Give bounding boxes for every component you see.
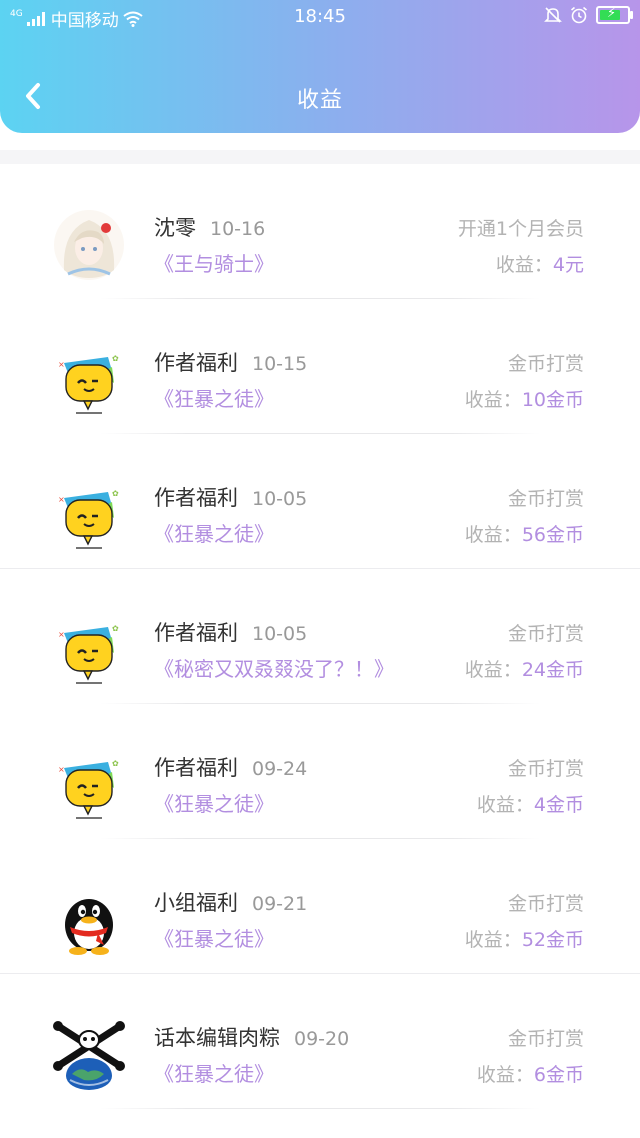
earning-amount: 收益：4金币 [477,790,584,817]
earning-item[interactable]: 沈零 10-16 《王与骑士》 开通1个月会员 收益：4元 [0,164,640,299]
svg-text:✿: ✿ [112,489,119,498]
earning-date: 09-24 [252,758,308,780]
earning-item[interactable]: × ✿ 作者福利 10-05 《狂暴之徒》 金币打赏 收益：56金币 [0,434,640,569]
sender-name-text: 沈零 [154,216,196,240]
earning-type: 金币打赏 [507,488,584,510]
page-title: 收益 [296,88,343,113]
status-right: ⚡ [544,6,633,24]
earning-amount: 收益：24金币 [465,655,584,682]
earning-type: 金币打赏 [507,758,584,780]
earning-value: 4金币 [533,794,584,816]
sender-name-text: 作者福利 [154,621,238,645]
earning-label: 收益： [464,929,522,951]
svg-text:✿: ✿ [112,759,119,768]
earning-date: 10-15 [252,353,308,375]
book-title-link[interactable]: 《王与骑士》 [154,248,274,277]
svg-text:×: × [58,630,65,639]
alarm-icon [570,6,588,24]
earning-type: 金币打赏 [507,623,584,645]
earning-item[interactable]: 话本编辑肉粽 09-20 《狂暴之徒》 金币打赏 收益：6金币 [0,974,640,1109]
svg-text:✿: ✿ [112,624,119,633]
book-title-link[interactable]: 《秘密又双叒叕没了？！》 [154,653,394,682]
earning-label: 收益： [476,794,534,816]
earning-value: 24金币 [521,659,584,681]
earning-label: 收益： [464,389,522,411]
avatar-anime-girl-icon [54,210,124,280]
earning-type: 金币打赏 [507,353,584,375]
earning-value: 52金币 [521,929,584,951]
earning-value: 56金币 [521,524,584,546]
earning-date: 10-16 [210,218,266,240]
earning-value: 10金币 [521,389,584,411]
sender-name: 作者福利 10-15 [154,347,307,377]
svg-text:×: × [58,360,65,369]
earning-date: 09-20 [294,1028,350,1050]
book-title-link[interactable]: 《狂暴之徒》 [154,923,274,952]
earning-type: 金币打赏 [507,1028,584,1050]
earning-amount: 收益：52金币 [465,925,584,952]
sender-name: 作者福利 10-05 [154,482,307,512]
battery-icon: ⚡ [596,6,633,24]
sender-name: 小组福利 09-21 [154,887,307,917]
earning-amount: 收益：56金币 [465,520,584,547]
earning-value: 6金币 [533,1064,584,1086]
earning-label: 收益： [464,659,522,681]
earning-type: 开通1个月会员 [457,218,584,240]
sender-name: 沈零 10-16 [154,212,265,242]
svg-text:×: × [58,495,65,504]
book-title-link[interactable]: 《狂暴之徒》 [154,788,274,817]
svg-text:✿: ✿ [112,354,119,363]
earning-item[interactable]: 小组福利 09-21 《狂暴之徒》 金币打赏 收益：52金币 [0,839,640,974]
earning-date: 09-21 [252,893,308,915]
sender-name-text: 小组福利 [154,891,238,915]
earning-value: 4元 [552,254,584,276]
earning-date: 10-05 [252,623,308,645]
penguin-avatar-icon [65,899,113,955]
book-title-link[interactable]: 《狂暴之徒》 [154,518,274,547]
yellow-chat-bubble-icon: × ✿ [58,489,119,549]
earning-label: 收益： [495,254,553,276]
bell-icon [544,7,562,23]
earning-label: 收益： [464,524,522,546]
earning-type: 金币打赏 [507,893,584,915]
sender-name-text: 话本编辑肉粽 [154,1026,280,1050]
yellow-chat-bubble-icon: × ✿ [58,624,119,684]
status-bar: 4G 中国移动 18:45 ⚡ [0,0,640,34]
row-divider [100,1108,540,1109]
earning-item[interactable]: × ✿ 作者福利 09-24 《狂暴之徒》 金币打赏 收益：4金币 [0,704,640,839]
globe-skull-avatar-icon [53,1021,125,1090]
earning-item[interactable]: × ✿ 作者福利 10-15 《狂暴之徒》 金币打赏 收益：10金币 [0,299,640,434]
list-top-gap [0,150,640,164]
earning-amount: 收益：6金币 [477,1060,584,1087]
earning-item[interactable]: × ✿ 作者福利 10-05 《秘密又双叒叕没了？！》 金币打赏 收益：24金币 [0,569,640,704]
sender-name: 作者福利 09-24 [154,752,307,782]
earning-label: 收益： [476,1064,534,1086]
svg-text:×: × [58,765,65,774]
earning-amount: 收益：4元 [496,250,584,277]
sender-name-text: 作者福利 [154,756,238,780]
book-title-link[interactable]: 《狂暴之徒》 [154,383,274,412]
yellow-chat-bubble-icon: × ✿ [58,759,119,819]
sender-name: 作者福利 10-05 [154,617,307,647]
earning-date: 10-05 [252,488,308,510]
sender-name: 话本编辑肉粽 09-20 [154,1022,349,1052]
book-title-link[interactable]: 《狂暴之徒》 [154,1058,274,1087]
sender-name-text: 作者福利 [154,351,238,375]
yellow-chat-bubble-icon: × ✿ [58,354,119,414]
earnings-list: 沈零 10-16 《王与骑士》 开通1个月会员 收益：4元 × ✿ 作者福利 10-… [0,150,640,1109]
charging-bolt-icon: ⚡ [607,6,617,21]
sender-name-text: 作者福利 [154,486,238,510]
header-bar: 4G 中国移动 18:45 ⚡ 收益 [0,0,640,133]
earning-amount: 收益：10金币 [465,385,584,412]
